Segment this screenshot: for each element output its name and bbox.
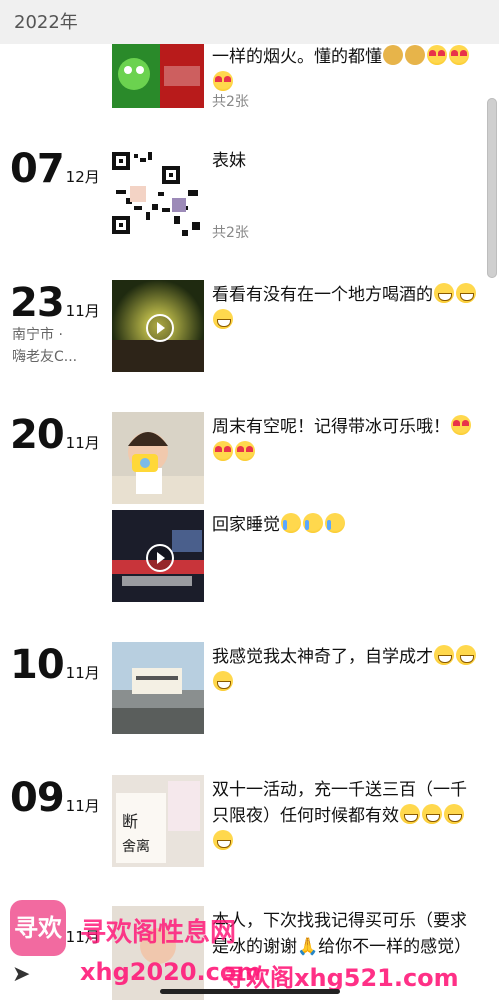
post-date: 09 11月 bbox=[10, 775, 100, 821]
video-thumbnail[interactable] bbox=[112, 280, 204, 372]
scrollbar[interactable] bbox=[487, 98, 497, 278]
svg-text:舍离: 舍离 bbox=[122, 838, 150, 855]
post-date: 20 11月 bbox=[10, 412, 100, 458]
post-thumbnail[interactable] bbox=[112, 146, 204, 238]
post-text: 表妹 bbox=[212, 151, 246, 171]
heart-eyes-icon bbox=[449, 45, 469, 65]
post-thumbnail[interactable] bbox=[112, 642, 204, 734]
post-text: 回家睡觉 bbox=[212, 512, 482, 538]
snail-icon bbox=[405, 45, 425, 65]
grin-icon bbox=[213, 830, 233, 850]
play-icon[interactable] bbox=[146, 314, 174, 342]
grin-icon bbox=[444, 804, 464, 824]
heart-eyes-icon bbox=[427, 45, 447, 65]
post-thumbnail[interactable] bbox=[112, 44, 204, 108]
post-text: 一样的烟火。懂的都懂 bbox=[212, 44, 482, 96]
post-thumbnail[interactable] bbox=[112, 412, 204, 504]
photo-count: 共2张 bbox=[212, 94, 249, 110]
grin-icon bbox=[400, 804, 420, 824]
photo-count: 共2张 bbox=[212, 225, 249, 241]
grin-icon bbox=[422, 804, 442, 824]
grin-icon bbox=[456, 645, 476, 665]
post-date: 07 12月 bbox=[10, 146, 100, 192]
watermark-url: 寻欢阁xhg521.com bbox=[222, 964, 459, 992]
post-text: 周末有空呢！记得带冰可乐哦！ bbox=[212, 414, 482, 466]
post-date: 23 11月 bbox=[10, 280, 100, 326]
grin-icon bbox=[213, 671, 233, 691]
snail-icon bbox=[383, 45, 403, 65]
post-date: 10 11月 bbox=[10, 642, 100, 688]
video-thumbnail[interactable] bbox=[112, 510, 204, 602]
year-label: 2022年 bbox=[14, 12, 78, 33]
post-entry[interactable]: 一样的烟火。懂的都懂 共2张 bbox=[0, 44, 499, 114]
year-header: 2022年 bbox=[0, 0, 499, 44]
post-location: 南宁市 · 嗨老友C... bbox=[12, 327, 78, 365]
heart-eyes-icon bbox=[213, 441, 233, 461]
post-text: 我感觉我太神奇了，自学成才 bbox=[212, 644, 482, 696]
crying-icon bbox=[325, 513, 345, 533]
grin-icon bbox=[456, 283, 476, 303]
grin-icon bbox=[434, 283, 454, 303]
heart-eyes-icon bbox=[235, 441, 255, 461]
watermark-text: 寻欢阁性息网 bbox=[80, 918, 237, 948]
grin-icon bbox=[434, 645, 454, 665]
heart-eyes-icon bbox=[451, 415, 471, 435]
play-icon[interactable] bbox=[146, 544, 174, 572]
home-indicator[interactable] bbox=[160, 989, 340, 994]
watermark-logo: 寻欢 bbox=[10, 900, 66, 956]
arrow-icon: ➤ bbox=[12, 962, 31, 987]
post-text: 看看有没有在一个地方喝酒的 bbox=[212, 282, 482, 334]
crying-icon bbox=[281, 513, 301, 533]
svg-text:断: 断 bbox=[122, 812, 138, 831]
grin-icon bbox=[213, 309, 233, 329]
crying-icon bbox=[303, 513, 323, 533]
heart-eyes-icon bbox=[213, 71, 233, 91]
post-text: 本人，下次找我记得买可乐（要求是冰的谢谢🙏给你不一样的感觉） bbox=[212, 911, 472, 957]
post-thumbnail[interactable]: 断舍离 bbox=[112, 775, 204, 867]
post-text: 双十一活动，充一千送三百（一千只限夜）任何时候都有效 bbox=[212, 777, 482, 855]
